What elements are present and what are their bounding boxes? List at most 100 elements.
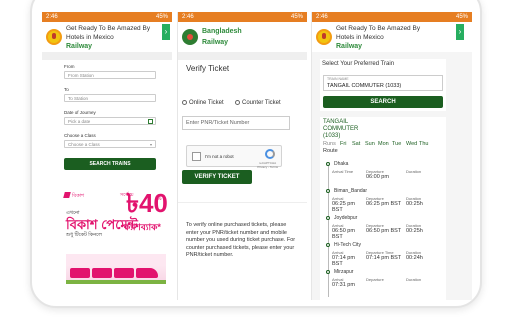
- train-name-field[interactable]: TRAIN NAME TANGAIL COMMUTER (1033): [323, 75, 443, 91]
- brand-line1: Bangladesh: [202, 28, 242, 35]
- brand-banner: Bangladesh Railway: [178, 22, 307, 52]
- route-line: [327, 165, 329, 297]
- status-time: 2:46: [182, 14, 194, 20]
- ad-text: Get Ready To Be Amazed By Hotels in Mexi…: [66, 24, 150, 51]
- duration-value: 00:24h: [406, 255, 423, 261]
- recaptcha-checkbox[interactable]: [192, 152, 201, 161]
- run-day: Wed: [406, 141, 418, 147]
- run-day: Thu: [419, 141, 429, 147]
- ad-arrow-icon[interactable]: ›: [162, 24, 170, 40]
- battery-text: 45%: [155, 14, 168, 20]
- status-bar: 2:46 45%: [178, 12, 307, 22]
- ad-brand: Railway: [336, 42, 363, 50]
- status-bar: 2:46 45%: [42, 12, 172, 22]
- run-day: Sun: [365, 141, 375, 147]
- station-dot: [326, 270, 330, 274]
- search-trains-button[interactable]: SEARCH TRAINS: [64, 158, 156, 170]
- schedule-pane: 2:46 45% Get Ready To Be Amazed By Hotels…: [311, 12, 472, 300]
- bangladesh-railway-logo-icon: [182, 29, 198, 45]
- battery-text: 45%: [290, 14, 303, 20]
- station-name: Hi-Tech City: [334, 242, 361, 248]
- calendar-icon: [148, 119, 153, 124]
- station-dot: [326, 216, 330, 220]
- to-input[interactable]: To Station: [64, 94, 156, 102]
- select-title: Select Your Preferred Train: [322, 61, 395, 67]
- run-day: Sat: [352, 141, 361, 147]
- promo-line3: শুধু টিকেট কিনলে: [66, 232, 102, 238]
- bkash-promo-banner[interactable]: বিকাশ এখনো বিকাশ পেমেন্ট শুধু টিকেট কিনল…: [62, 184, 168, 294]
- section-divider: [178, 202, 307, 203]
- duration-value: 00:25h: [406, 201, 423, 207]
- ad-line2: Hotels in Mexico: [336, 33, 384, 41]
- verify-pane: 2:46 45% Bangladesh Railway Verify Ticket…: [177, 12, 307, 300]
- arrival-time: 07:31 pm: [332, 282, 355, 288]
- ad-line2: Hotels in Mexico: [66, 33, 114, 41]
- duration-value: 00:25h: [406, 228, 423, 234]
- arrival-time: 06:25 pm BST: [332, 201, 355, 213]
- search-button[interactable]: SEARCH: [323, 96, 443, 108]
- status-time: 2:46: [46, 14, 58, 20]
- status-time: 2:46: [316, 14, 328, 20]
- recaptcha-links[interactable]: Privacy - Terms: [257, 165, 278, 169]
- bkash-logo: বিকাশ: [64, 192, 84, 201]
- departure-time: 07:14 pm BST: [366, 255, 402, 261]
- ad-line1: Get Ready To Be Amazed By: [336, 24, 421, 32]
- brand-line2: Railway: [202, 39, 229, 46]
- run-day: Mon: [378, 141, 389, 147]
- battery-text: 45%: [455, 14, 468, 20]
- duration-label: Duration: [406, 169, 422, 174]
- recaptcha-icon: [265, 149, 275, 159]
- brand-text: Bangladesh Railway: [202, 26, 242, 48]
- from-input[interactable]: From Station: [64, 71, 156, 79]
- option-counter-label: Counter Ticket: [242, 100, 281, 106]
- recaptcha-widget[interactable]: I'm not a robot reCAPTCHA Privacy - Terms: [186, 145, 282, 169]
- train-name-label: TRAIN NAME: [327, 77, 349, 81]
- pnr-input[interactable]: Enter PNR/Ticket Number: [182, 116, 290, 130]
- verify-ticket-button[interactable]: VERIFY TICKET: [182, 170, 252, 184]
- radio-online[interactable]: [182, 100, 187, 105]
- grass-illustration: [66, 280, 166, 284]
- date-placeholder: Pick a date: [68, 119, 91, 124]
- class-select[interactable]: Choose a Class ▾: [64, 140, 156, 148]
- radio-counter[interactable]: [235, 100, 240, 105]
- station-name: Joydebpur: [334, 215, 358, 221]
- station-name: Biman_Bandar: [334, 188, 368, 194]
- departure-time: 06:25 pm BST: [366, 201, 402, 207]
- divider: [42, 52, 172, 60]
- recaptcha-text: I'm not a robot: [205, 154, 234, 159]
- option-counter[interactable]: Counter Ticket: [235, 100, 281, 106]
- recaptcha-brand: reCAPTCHA Privacy - Terms: [257, 161, 278, 169]
- station-dot: [326, 243, 330, 247]
- ad-banner[interactable]: Get Ready To Be Amazed By Hotels in Mexi…: [42, 22, 172, 52]
- train-title: TANGAIL COMMUTER (1033): [323, 119, 359, 139]
- verify-info-text: To verify online purchased tickets, plea…: [186, 222, 296, 258]
- date-input[interactable]: Pick a date: [64, 117, 156, 125]
- train-name-value: TANGAIL COMMUTER (1033): [327, 83, 402, 89]
- arrival-time: 07:14 pm BST: [332, 255, 355, 267]
- from-label: From: [64, 64, 75, 69]
- departure-time: 06:50 pm BST: [366, 228, 402, 234]
- ad-banner[interactable]: Get Ready To Be Amazed By Hotels in Mexi…: [312, 22, 472, 52]
- divider: [178, 52, 307, 60]
- duration-label: Duration: [406, 277, 422, 282]
- runs-label: Runs: [323, 141, 336, 147]
- option-online[interactable]: Online Ticket: [182, 100, 224, 106]
- promo-pct: %: [157, 196, 162, 202]
- train-car: [114, 268, 134, 278]
- schedule-card: TANGAIL COMMUTER (1033) Runs Route Fri Sa…: [320, 117, 446, 300]
- railway-logo-icon: [46, 29, 62, 45]
- train-car: [92, 268, 112, 278]
- train-illustration: [66, 254, 166, 282]
- date-label: Date of Journey: [64, 110, 96, 115]
- search-pane: 2:46 45% Get Ready To Be Amazed By Hotels…: [42, 12, 172, 300]
- ad-arrow-icon[interactable]: ›: [456, 24, 464, 40]
- station-dot: [326, 162, 330, 166]
- promo-cashback: ক্যাশব্যাক*: [124, 222, 161, 232]
- station-name: Dhaka: [334, 161, 349, 167]
- train-car: [70, 268, 90, 278]
- route-label: Route: [323, 148, 338, 154]
- run-day: Fri: [340, 141, 347, 147]
- station-dot: [326, 189, 330, 193]
- tablet-frame: 2:46 45% Get Ready To Be Amazed By Hotels…: [30, 0, 482, 308]
- screen: 2:46 45% Get Ready To Be Amazed By Hotels…: [42, 12, 472, 300]
